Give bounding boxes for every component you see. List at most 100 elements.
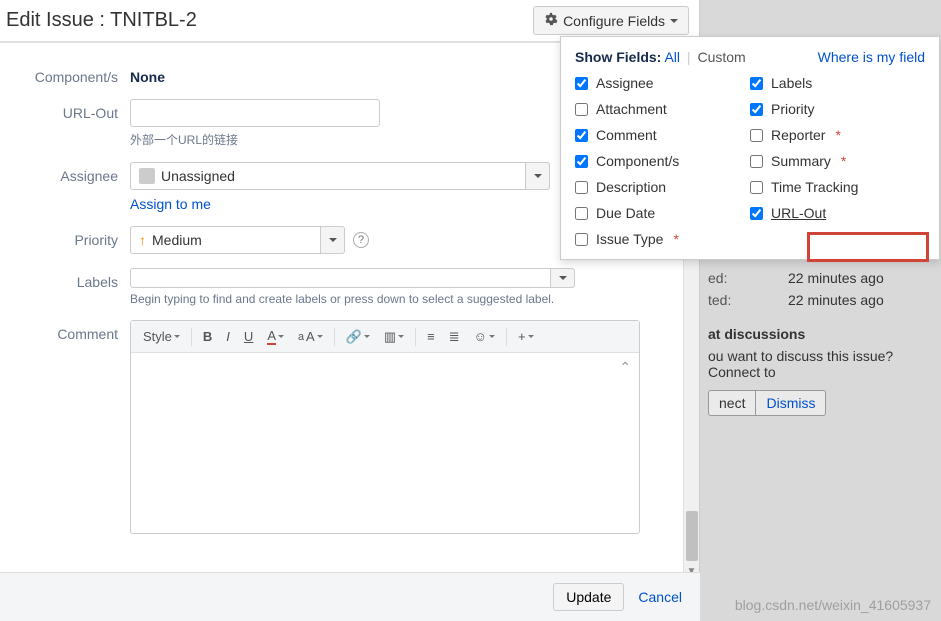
field-checkbox-attachment[interactable]: Attachment <box>575 101 750 117</box>
assignee-dropdown-button[interactable] <box>526 162 550 190</box>
editor-textarea[interactable]: ⌃ <box>131 353 639 533</box>
connect-button[interactable]: nect <box>708 390 756 416</box>
chevron-down-icon <box>398 335 404 338</box>
field-checkbox-assignee[interactable]: Assignee <box>575 75 750 91</box>
bg-label: ted: <box>708 292 758 308</box>
checkbox[interactable] <box>750 77 763 90</box>
field-checkbox-time-tracking[interactable]: Time Tracking <box>750 179 925 195</box>
checkbox[interactable] <box>750 155 763 168</box>
chevron-down-icon <box>528 335 534 338</box>
field-column-right: LabelsPriorityReporter*Summary*Time Trac… <box>750 75 925 247</box>
show-fields-label: Show Fields: <box>575 49 661 65</box>
checkbox[interactable] <box>750 103 763 116</box>
configure-fields-button[interactable]: Configure Fields <box>533 6 689 35</box>
separator <box>191 328 192 346</box>
where-is-my-field-link[interactable]: Where is my field <box>818 49 925 65</box>
assign-to-me-link[interactable]: Assign to me <box>130 196 211 212</box>
chevron-down-icon <box>278 335 284 338</box>
help-icon[interactable]: ? <box>353 232 369 248</box>
priority-label: Priority <box>0 226 130 254</box>
checkbox-label: Attachment <box>596 101 667 117</box>
separator: | <box>687 49 691 65</box>
link-button[interactable]: 🔗 <box>340 326 376 348</box>
checkbox-label: Component/s <box>596 153 679 169</box>
attachment-button[interactable]: ▥ <box>378 326 410 348</box>
field-checkbox-component-s[interactable]: Component/s <box>575 153 750 169</box>
field-checkbox-description[interactable]: Description <box>575 179 750 195</box>
checkbox-label: Issue Type <box>596 231 663 247</box>
labels-dropdown-button[interactable] <box>551 268 575 288</box>
scroll-thumb[interactable] <box>686 511 698 561</box>
checkbox-label: Assignee <box>596 75 654 91</box>
priority-value: Medium <box>152 232 202 248</box>
collapse-icon[interactable]: ⌃ <box>619 359 631 376</box>
configure-fields-label: Configure Fields <box>563 13 665 29</box>
checkbox[interactable] <box>575 77 588 90</box>
underline-button[interactable]: U <box>238 326 259 347</box>
checkbox[interactable] <box>750 129 763 142</box>
dismiss-button[interactable]: Dismiss <box>756 390 826 416</box>
chevron-down-icon <box>364 335 370 338</box>
tab-all[interactable]: All <box>664 49 680 65</box>
cancel-link[interactable]: Cancel <box>638 589 682 605</box>
priority-medium-icon: ↑ <box>139 232 146 248</box>
separator <box>506 328 507 346</box>
configure-fields-popup: Show Fields: All | Custom Where is my fi… <box>560 36 940 260</box>
checkbox-label: Time Tracking <box>771 179 858 195</box>
field-checkbox-issue-type[interactable]: Issue Type* <box>575 231 750 247</box>
checkbox-label: Comment <box>596 127 657 143</box>
style-dropdown[interactable]: Style <box>137 326 186 347</box>
bg-label: ed: <box>708 270 758 286</box>
chevron-down-icon <box>489 335 495 338</box>
insert-button[interactable]: + <box>512 326 540 347</box>
chevron-down-icon <box>534 174 542 178</box>
priority-select[interactable]: ↑ Medium <box>130 226 345 254</box>
priority-dropdown-button[interactable] <box>321 226 345 254</box>
chevron-down-icon <box>317 335 323 338</box>
separator <box>415 328 416 346</box>
tab-custom[interactable]: Custom <box>697 49 745 65</box>
field-checkbox-labels[interactable]: Labels <box>750 75 925 91</box>
checkbox[interactable] <box>750 207 763 220</box>
checkbox-label: URL-Out <box>771 205 826 221</box>
components-label: Component/s <box>0 63 130 85</box>
comment-label: Comment <box>0 320 130 534</box>
emoji-button[interactable]: ☺ <box>468 326 501 347</box>
field-checkbox-reporter[interactable]: Reporter* <box>750 127 925 143</box>
bullet-list-button[interactable]: ≡ <box>421 326 441 347</box>
checkbox[interactable] <box>750 181 763 194</box>
assignee-label: Assignee <box>0 162 130 212</box>
chevron-down-icon <box>329 238 337 242</box>
field-checkbox-comment[interactable]: Comment <box>575 127 750 143</box>
checkbox-label: Due Date <box>596 205 655 221</box>
text-color-button[interactable]: A <box>261 325 290 348</box>
update-button[interactable]: Update <box>553 583 624 611</box>
assignee-select[interactable]: Unassigned <box>130 162 550 190</box>
required-icon: * <box>841 153 846 169</box>
checkbox-label: Labels <box>771 75 812 91</box>
labels-select[interactable] <box>130 268 575 288</box>
field-checkbox-due-date[interactable]: Due Date <box>575 205 750 221</box>
urlout-label: URL-Out <box>0 99 130 148</box>
field-checkbox-priority[interactable]: Priority <box>750 101 925 117</box>
checkbox-label: Reporter <box>771 127 825 143</box>
checkbox[interactable] <box>575 181 588 194</box>
bg-value: 22 minutes ago <box>788 270 884 286</box>
checkbox[interactable] <box>575 207 588 220</box>
bg-heading: at discussions <box>708 326 941 342</box>
checkbox[interactable] <box>575 103 588 116</box>
field-column-left: Assignee Attachment Comment Component/s Desc… <box>575 75 750 247</box>
checkbox[interactable] <box>575 233 588 246</box>
bold-button[interactable]: B <box>197 326 218 347</box>
more-format-button[interactable]: aA <box>292 326 329 347</box>
field-checkbox-summary[interactable]: Summary* <box>750 153 925 169</box>
number-list-button[interactable]: ≣ <box>443 326 466 348</box>
checkbox[interactable] <box>575 129 588 142</box>
checkbox[interactable] <box>575 155 588 168</box>
italic-button[interactable]: I <box>220 326 236 347</box>
checkbox-label: Priority <box>771 101 815 117</box>
chevron-down-icon <box>670 19 678 23</box>
urlout-input[interactable] <box>130 99 380 127</box>
chevron-down-icon <box>174 335 180 338</box>
field-checkbox-url-out[interactable]: URL-Out <box>750 205 925 221</box>
